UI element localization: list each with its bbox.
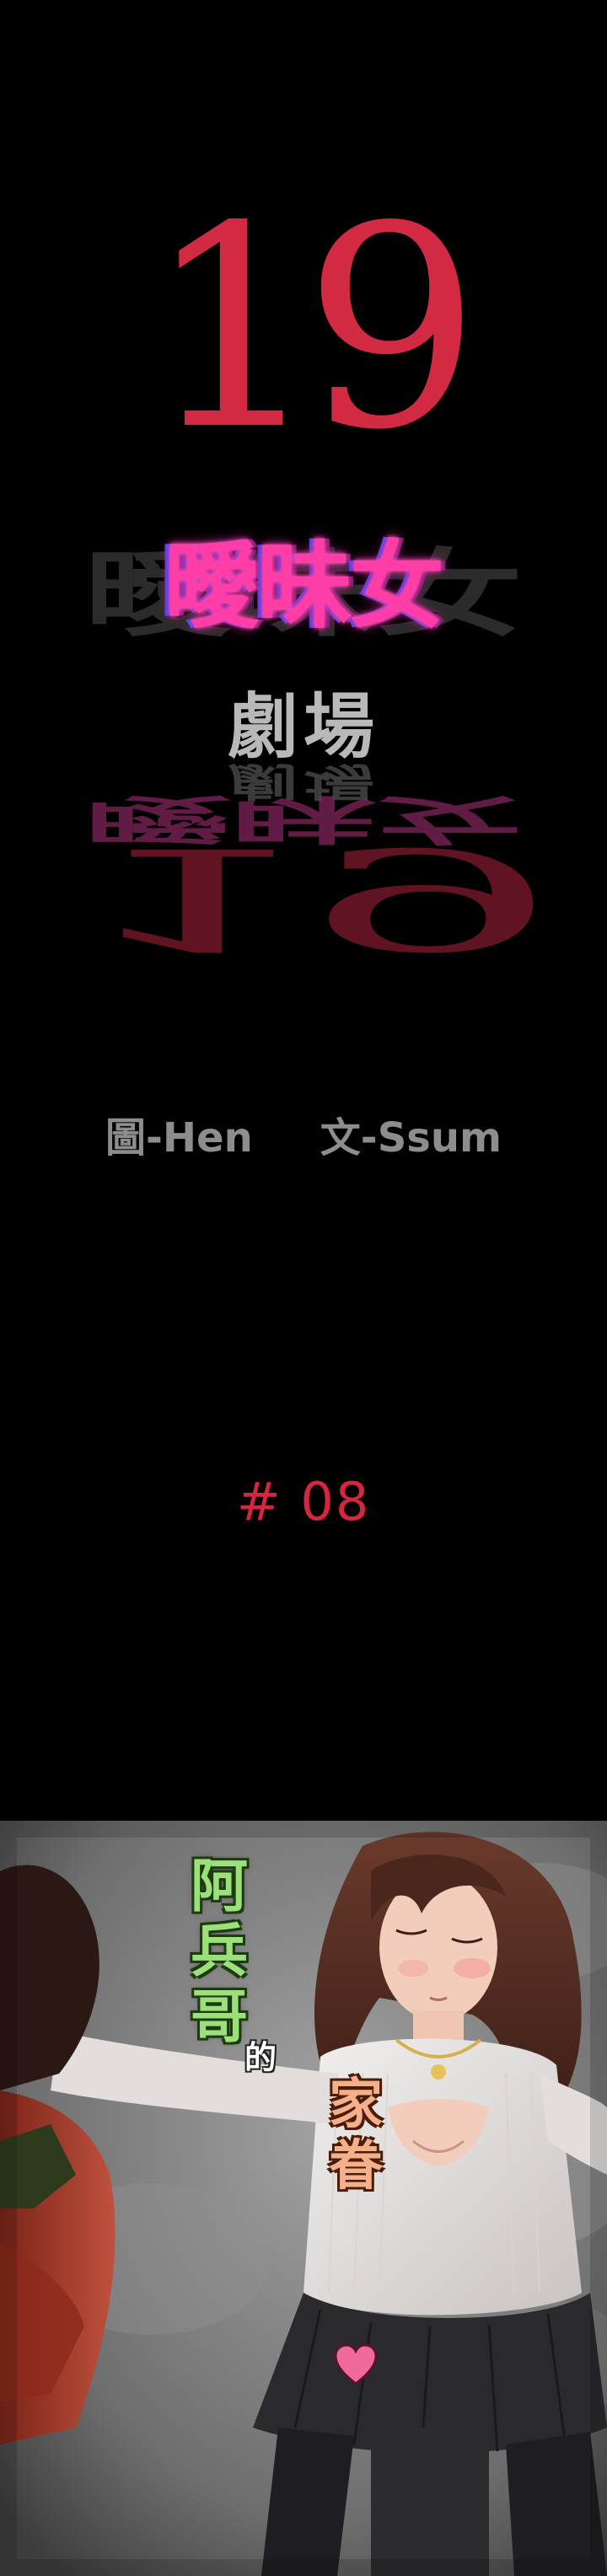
- cover-title-char-4: 家: [329, 2074, 383, 2136]
- credits: 圖-Hen 文-Ssum: [0, 1104, 607, 1163]
- logo-number: 19: [145, 167, 481, 491]
- heart-icon: [334, 2343, 378, 2385]
- cover-illustration: 阿 兵 哥 的 家 眷: [0, 1821, 607, 2576]
- episode-number: # 08: [236, 1471, 371, 1532]
- cover-title-char-1: 阿: [191, 1854, 249, 1920]
- cover-title-particle: 的: [244, 2039, 277, 2076]
- credit-art: 圖-Hen: [105, 1114, 253, 1162]
- illustration-art: [0, 1821, 607, 2576]
- logo-title: 曖昧女: [164, 532, 444, 641]
- cover-title-char-3: 哥: [191, 1984, 249, 2051]
- comic-page: 19 曖昧女 劇場 19 曖昧女 曖昧女 劇場 圖-Hen 文-Ssum # 08: [0, 0, 607, 2576]
- cover-title-char-2: 兵: [191, 1919, 249, 1985]
- logo-number-reflection: 19: [73, 817, 534, 979]
- credit-story: 文-Ssum: [320, 1114, 502, 1162]
- cover-title-char-5: 眷: [329, 2135, 383, 2198]
- logo-subtitle: 劇場: [227, 685, 379, 768]
